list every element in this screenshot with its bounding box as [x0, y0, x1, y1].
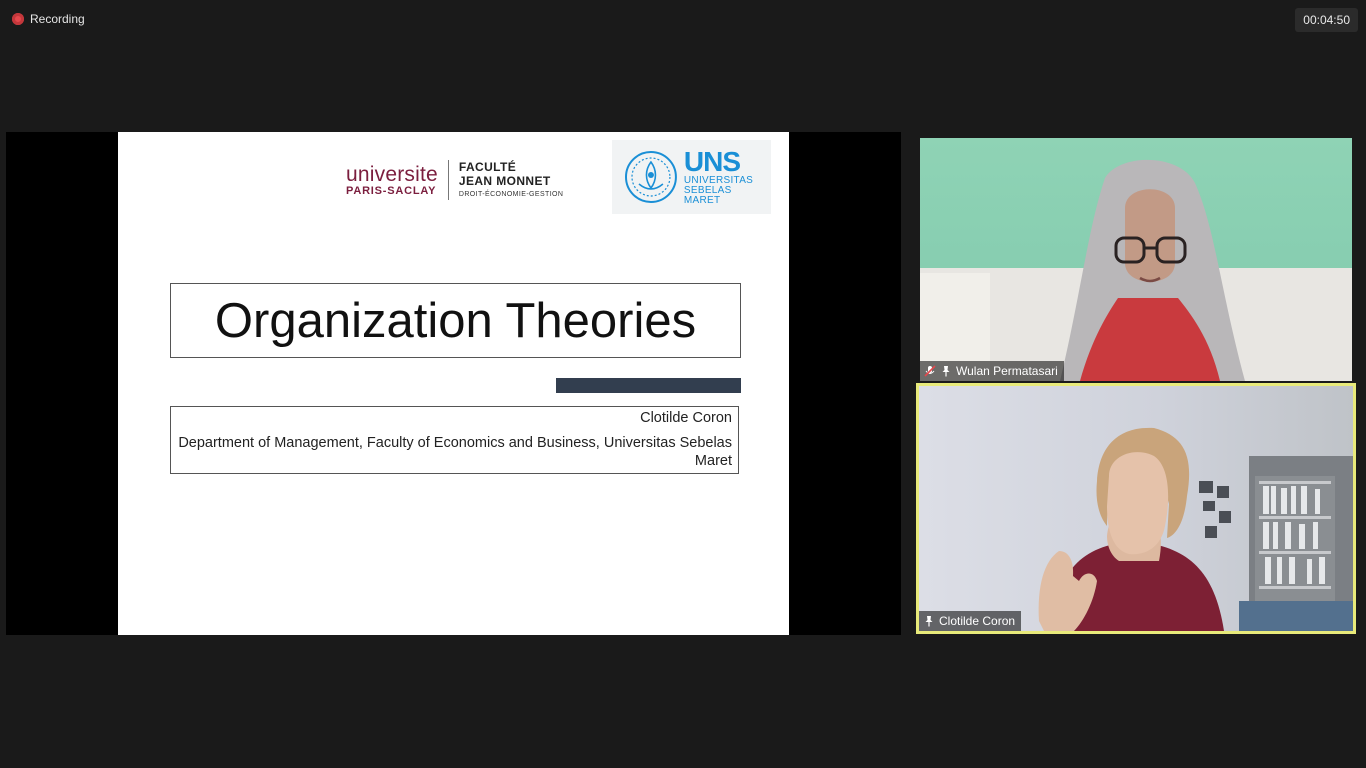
slide-department: Department of Management, Faculty of Eco…: [178, 435, 732, 469]
screen-share-area: universite PARIS-SACLAY FACULTÉ JEAN MON…: [6, 132, 901, 635]
faculty-name: JEAN MONNET: [458, 173, 551, 188]
recording-dot-icon: [12, 13, 24, 25]
slide-accent-bar: [556, 378, 741, 393]
paris-logo-university: universite: [346, 162, 438, 186]
participant-name: Clotilde Coron: [939, 614, 1016, 628]
uns-seal-icon: [624, 151, 677, 203]
slide-subtitle-box: Clotilde Coron Department of Management,…: [170, 406, 739, 474]
slide-author: Clotilde Coron: [640, 410, 732, 426]
paris-saclay-logo: universite PARIS-SACLAY FACULTÉ JEAN MON…: [346, 160, 563, 200]
paris-logo-saclay: PARIS-SACLAY: [346, 184, 437, 197]
meeting-timer: 00:04:50: [1295, 8, 1358, 32]
mic-off-icon: [924, 365, 936, 377]
participant-name-tag: Clotilde Coron: [919, 611, 1022, 631]
presentation-slide: universite PARIS-SACLAY FACULTÉ JEAN MON…: [118, 132, 789, 635]
participant-video-clotilde: [1038, 427, 1353, 631]
faculty-label: FACULTÉ: [458, 160, 517, 175]
pin-icon: [942, 366, 950, 377]
pin-icon: [925, 616, 933, 627]
uns-line2: SEBELAS MARET: [683, 185, 732, 206]
uns-abbr: UNS: [683, 146, 741, 177]
faculty-domains: DROIT-ÉCONOMIE-GESTION: [458, 190, 564, 198]
uns-logo: UNS UNIVERSITAS SEBELAS MARET: [612, 140, 771, 214]
slide-title-box: Organization Theories: [170, 283, 741, 358]
recording-indicator[interactable]: Recording: [12, 12, 85, 26]
logo-divider: [447, 160, 449, 200]
slide-title: Organization Theories: [214, 293, 697, 348]
video-tile-wulan[interactable]: Wulan Permatasari: [920, 138, 1352, 381]
recording-label: Recording: [30, 12, 85, 26]
video-tile-clotilde[interactable]: Clotilde Coron: [916, 383, 1356, 634]
participant-video-wulan: [920, 159, 1352, 381]
participant-name-tag: Wulan Permatasari: [920, 361, 1064, 381]
participant-name: Wulan Permatasari: [956, 364, 1058, 378]
